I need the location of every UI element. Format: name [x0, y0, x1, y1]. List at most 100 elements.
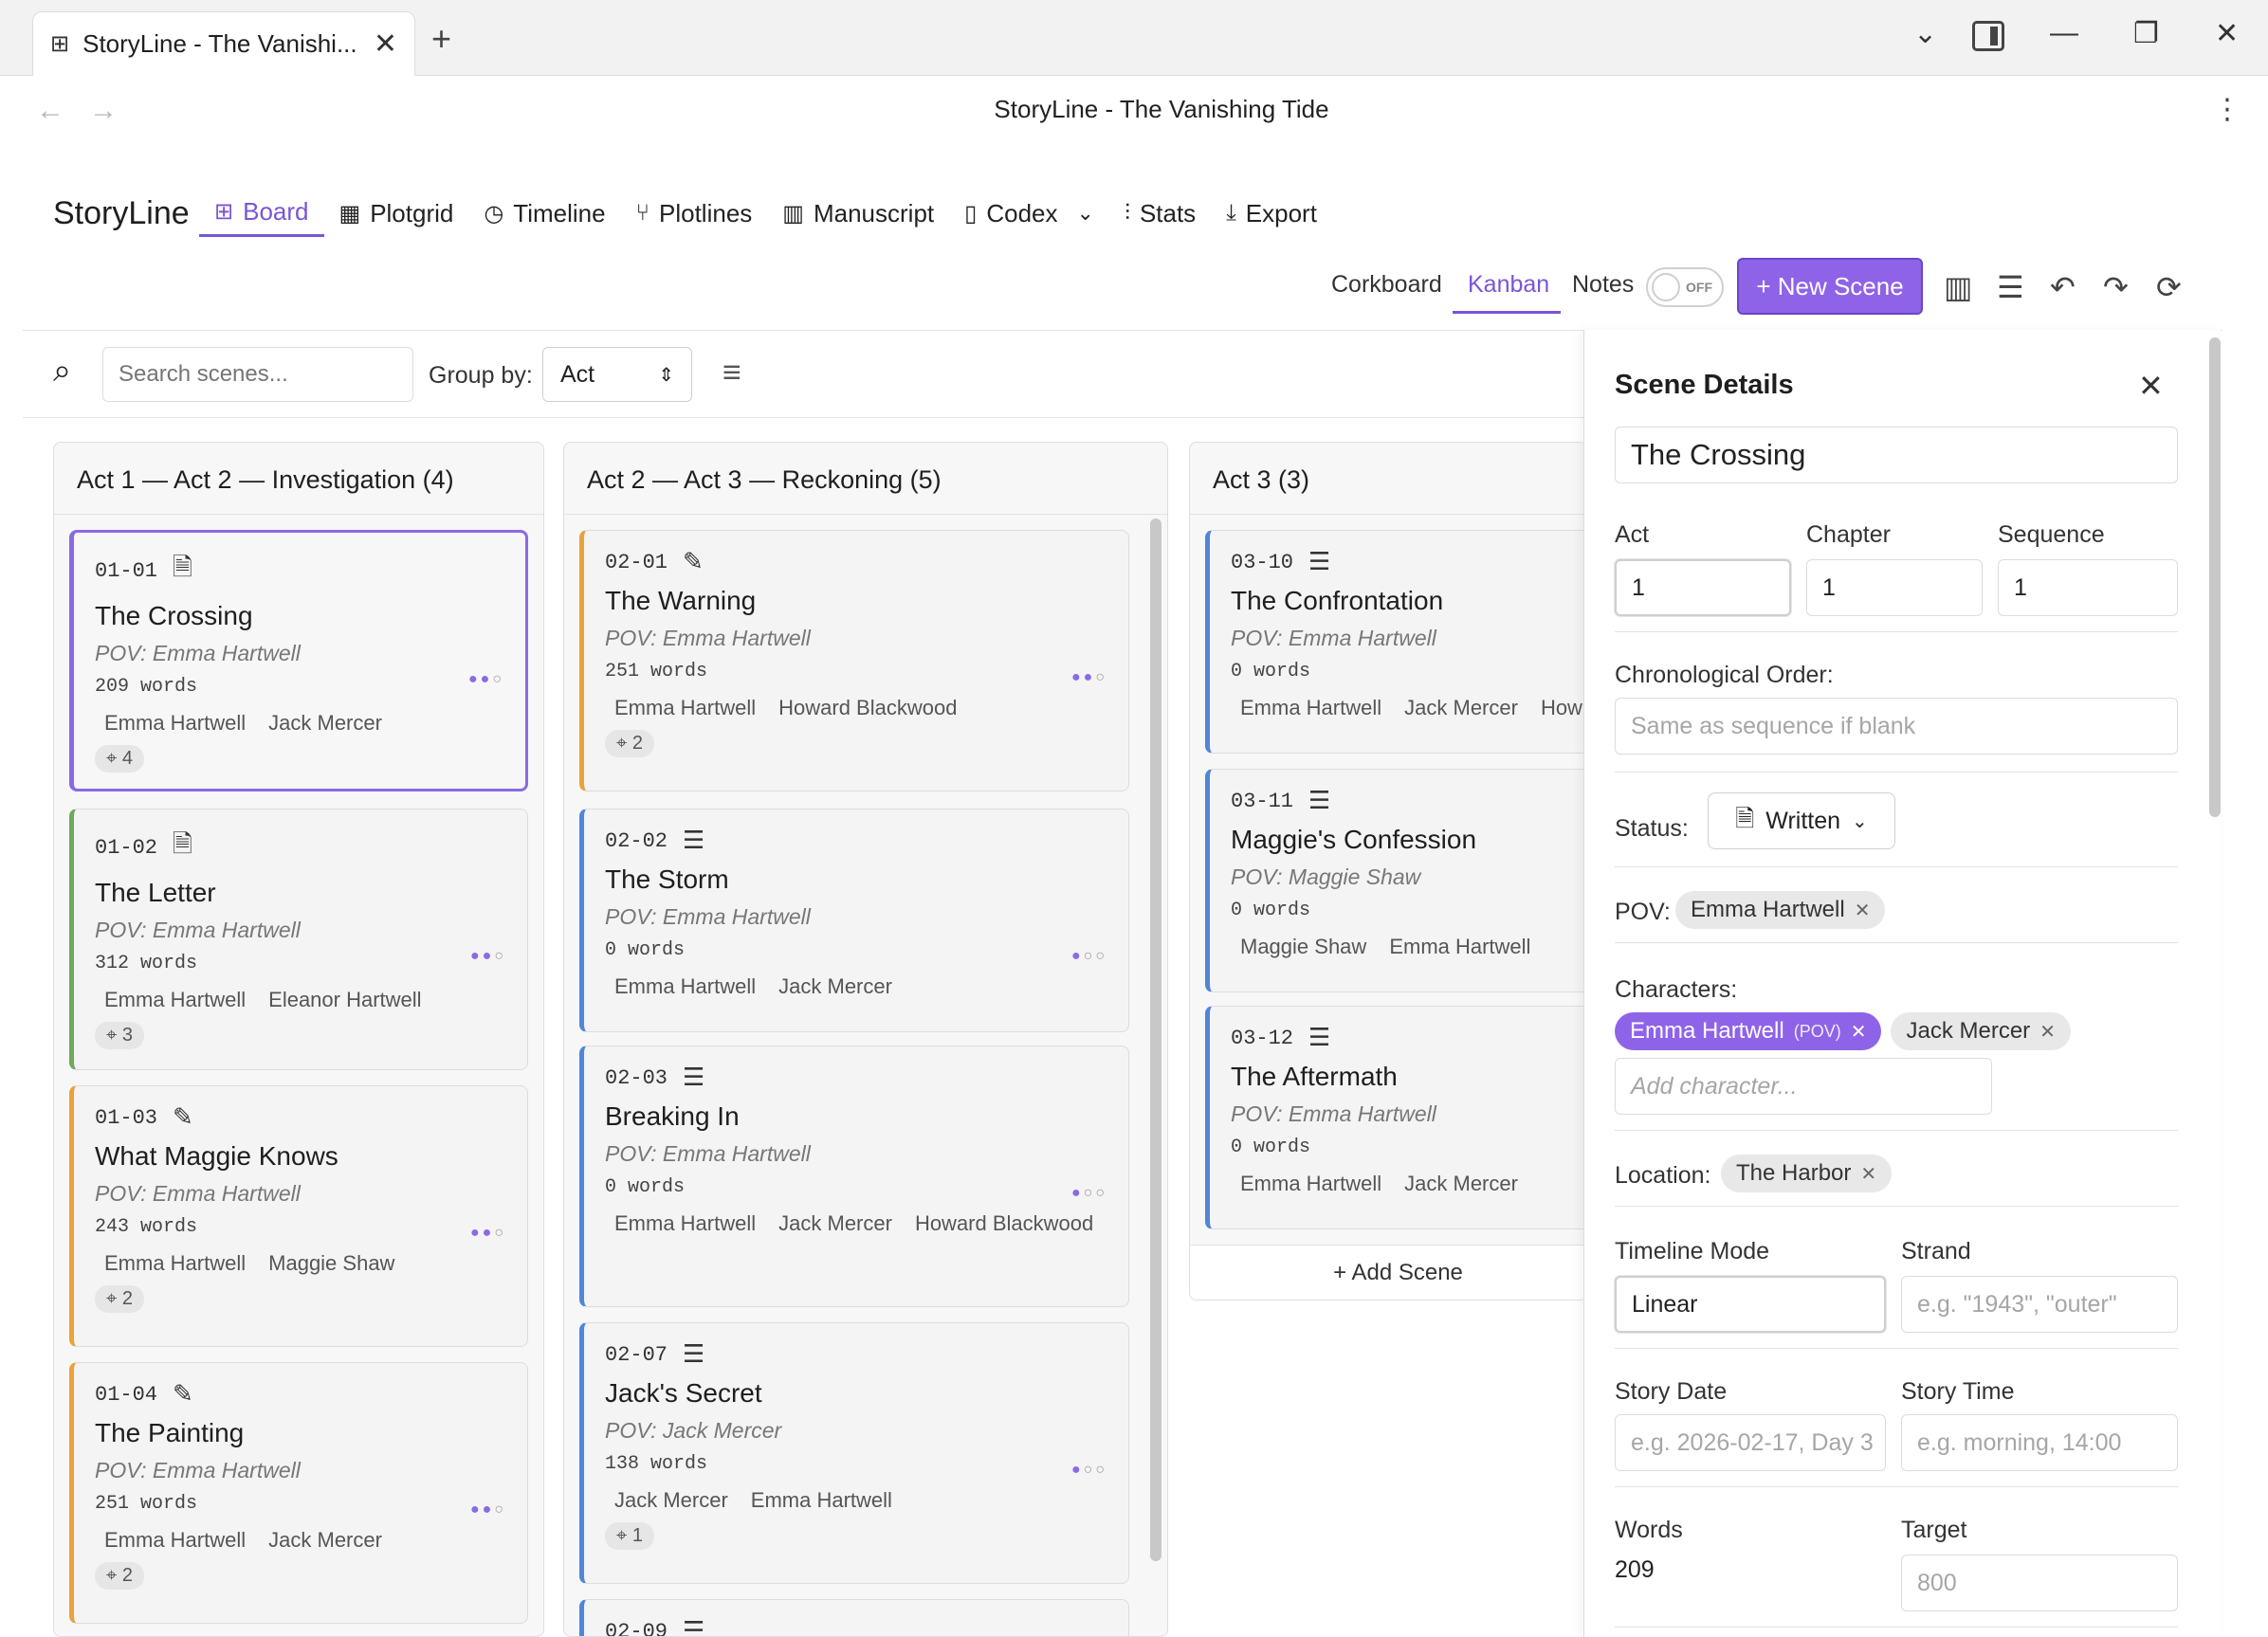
tab-title: StoryLine - The Vanishi...: [82, 29, 357, 58]
browser-tab[interactable]: ⊞ StoryLine - The Vanishi... ✕: [32, 11, 415, 76]
new-scene-button[interactable]: + New Scene: [1737, 258, 1923, 315]
scene-card[interactable]: 02-09 ☰: [579, 1599, 1129, 1636]
tab-notes[interactable]: Notes: [1572, 271, 1634, 299]
scene-card[interactable]: 03-10 ☰ The Confrontation POV: Emma Hartw…: [1205, 530, 1587, 754]
nav-board[interactable]: ⊞ Board: [199, 190, 324, 237]
scene-words: 0 words: [1231, 661, 1311, 682]
scene-card[interactable]: 02-03 ☰ Breaking In POV: Emma Hartwell 0 …: [579, 1046, 1129, 1307]
tab-search-chevron-icon[interactable]: ⌄: [1913, 17, 1937, 50]
character-list: Emma Hartwell Maggie Shaw: [95, 1251, 506, 1276]
pov-chip[interactable]: Emma Hartwell ✕: [1675, 891, 1886, 929]
pencil-icon: ✎: [173, 1103, 193, 1132]
page-title: StoryLine - The Vanishing Tide: [994, 95, 1329, 123]
scene-card[interactable]: 02-02 ☰ The Storm POV: Emma Hartwell 0 wo…: [579, 809, 1129, 1032]
scene-card[interactable]: 01-03 ✎ What Maggie Knows POV: Emma Hartw…: [69, 1085, 528, 1347]
scene-card[interactable]: 01-01 🗎 The Crossing POV: Emma Hartwell 2…: [69, 530, 528, 791]
story-date-label: Story Date: [1615, 1378, 1728, 1405]
remove-icon[interactable]: ✕: [2039, 1020, 2056, 1044]
scene-words: 312 words: [95, 953, 198, 974]
close-window-icon[interactable]: ✕: [2215, 17, 2239, 50]
remove-icon[interactable]: ✕: [1851, 1020, 1867, 1044]
scene-number: 01-02: [95, 835, 158, 860]
search-input[interactable]: [102, 347, 413, 402]
add-character-input[interactable]: Add character...: [1615, 1058, 1992, 1115]
close-tab-icon[interactable]: ✕: [374, 27, 397, 61]
chapter-input[interactable]: 1: [1806, 559, 1983, 616]
list-icon: ☰: [1308, 1024, 1331, 1052]
scene-pov: POV: Emma Hartwell: [95, 1458, 301, 1482]
character-list: Emma Hartwell Jack Mercer: [95, 1528, 506, 1553]
nav-stats[interactable]: ⫶ Stats: [1109, 190, 1211, 237]
new-tab-icon[interactable]: +: [431, 19, 451, 59]
story-time-input[interactable]: e.g. morning, 14:00: [1901, 1414, 2178, 1471]
download-icon: ⤓: [1226, 200, 1236, 226]
filter-icon[interactable]: ≡: [722, 355, 741, 391]
scene-pov: POV: Emma Hartwell: [1231, 626, 1436, 650]
nav-plotlines[interactable]: ⑂ Plotlines: [621, 190, 768, 237]
progress-dots: ●●○: [470, 1501, 506, 1518]
strand-input[interactable]: e.g. "1943", "outer": [1901, 1276, 2178, 1333]
character-chip[interactable]: Jack Mercer ✕: [1891, 1012, 2071, 1050]
scene-card[interactable]: 02-01 ✎ The Warning POV: Emma Hartwell 25…: [579, 530, 1129, 791]
view-toolbar: Corkboard Kanban Notes OFF + New Scene ▥…: [0, 258, 2268, 315]
ordered-list-icon[interactable]: ☰: [1997, 269, 2024, 305]
scene-card[interactable]: 01-02 🗎 The Letter POV: Emma Hartwell 312…: [69, 809, 528, 1070]
more-menu-icon[interactable]: ⋮: [2213, 93, 2241, 126]
act-input[interactable]: 1: [1615, 559, 1791, 616]
status-dropdown[interactable]: 🗎 Written ⌄: [1708, 792, 1895, 849]
group-by-select[interactable]: Act ⇕: [542, 347, 692, 402]
scene-title: The Confrontation: [1231, 586, 1444, 615]
scene-number: 03-12: [1231, 1026, 1294, 1050]
scene-card[interactable]: 03-12 ☰ The Aftermath POV: Emma Hartwell …: [1205, 1006, 1587, 1229]
undo-icon[interactable]: ↶: [2050, 269, 2076, 305]
scene-pov: POV: Emma Hartwell: [95, 641, 301, 665]
divider: [1615, 631, 2178, 632]
remove-icon[interactable]: ✕: [1860, 1162, 1876, 1186]
tab-corkboard[interactable]: Corkboard: [1331, 271, 1442, 299]
target-input[interactable]: 800: [1901, 1555, 2178, 1611]
close-icon[interactable]: ✕: [2138, 368, 2164, 404]
scene-words: 251 words: [95, 1493, 198, 1515]
nav-export[interactable]: ⤓ Export: [1211, 190, 1332, 237]
scene-words: 0 words: [1231, 1137, 1311, 1158]
character-tag: Jack Mercer: [268, 711, 382, 735]
sidebar-toggle-icon[interactable]: [1972, 21, 2004, 51]
sequence-input[interactable]: 1: [1998, 559, 2178, 616]
nav-manuscript[interactable]: ▥ Manuscript: [767, 190, 949, 237]
scene-number: 03-10: [1231, 550, 1294, 574]
tab-kanban[interactable]: Kanban: [1468, 271, 1549, 299]
character-tag: Emma Hartwell: [1389, 935, 1531, 958]
scene-card[interactable]: 03-11 ☰ Maggie's Confession POV: Maggie S…: [1205, 769, 1587, 992]
add-scene-button[interactable]: + Add Scene: [1190, 1245, 1587, 1300]
column-title: Act 1 — Act 2 — Investigation (4): [54, 443, 543, 515]
nav-codex[interactable]: ▯ Codex ⌄: [949, 190, 1109, 237]
scene-title-input[interactable]: The Crossing: [1615, 427, 2178, 483]
nav-timeline[interactable]: ◷ Timeline: [468, 190, 620, 237]
panel-scrollbar[interactable]: [2209, 337, 2221, 817]
restore-icon[interactable]: ❐: [2133, 17, 2159, 50]
refresh-icon[interactable]: ⟳: [2156, 269, 2182, 305]
remove-icon[interactable]: ✕: [1855, 899, 1871, 922]
character-tag: Emma Hartwell: [614, 696, 757, 719]
redo-icon[interactable]: ↷: [2103, 269, 2129, 305]
divider: [1615, 1348, 2178, 1349]
scene-card[interactable]: 01-04 ✎ The Painting POV: Emma Hartwell 2…: [69, 1362, 528, 1624]
column-scrollbar[interactable]: [1150, 518, 1161, 1561]
story-date-input[interactable]: e.g. 2026-02-17, Day 3: [1615, 1414, 1886, 1471]
scene-title: The Crossing: [95, 601, 253, 630]
chevron-down-icon: ⌄: [1852, 810, 1868, 832]
scene-card[interactable]: 02-07 ☰ Jack's Secret POV: Jack Mercer 13…: [579, 1322, 1129, 1584]
divider: [1615, 1627, 2178, 1628]
minimize-icon[interactable]: —: [2050, 17, 2078, 49]
divider: [1615, 1130, 2178, 1131]
scene-number: 02-07: [605, 1342, 668, 1367]
columns-icon[interactable]: ▥: [1944, 269, 1972, 305]
location-chip[interactable]: The Harbor ✕: [1721, 1155, 1893, 1192]
timeline-mode-input[interactable]: Linear: [1615, 1276, 1886, 1333]
chrono-input[interactable]: Same as sequence if blank: [1615, 698, 2178, 755]
scene-title: The Letter: [95, 878, 216, 907]
nav-plotgrid[interactable]: ▦ Plotgrid: [324, 190, 469, 237]
character-chip[interactable]: Emma Hartwell (POV) ✕: [1615, 1012, 1882, 1050]
scene-pov: POV: Emma Hartwell: [95, 1181, 301, 1206]
notes-toggle[interactable]: OFF: [1646, 267, 1724, 307]
